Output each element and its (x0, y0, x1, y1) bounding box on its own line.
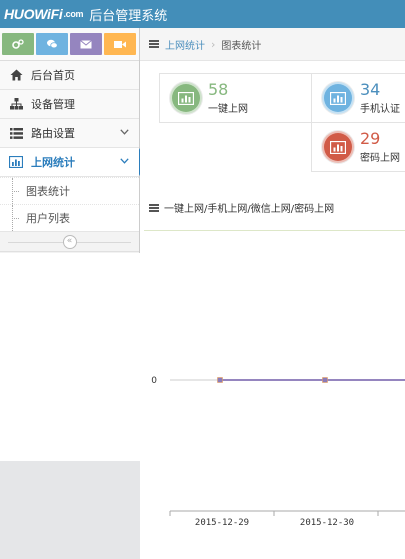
sidebar: 后台首页 设备管理 路由设置 上网统计 图表统计 用户列表 « (0, 28, 147, 559)
main-content: 58 一键上网 34 手机认证 29 密码上网 一键上网/手机上网/微信上网/密… (140, 61, 405, 559)
breadcrumb-link-internet-stats[interactable]: 上网统计 (165, 37, 205, 52)
shortcut-mail-button[interactable] (70, 33, 102, 55)
sidebar-item-devices[interactable]: 设备管理 (0, 90, 139, 119)
sidebar-subitem-chart-stats[interactable]: 图表统计 (0, 177, 139, 204)
sidebar-subitem-label: 图表统计 (26, 185, 70, 198)
shortcut-video-button[interactable] (104, 33, 136, 55)
video-icon (114, 40, 126, 48)
wechat-icon (47, 39, 58, 49)
list-icon (149, 40, 159, 48)
y-tick-label: 0 (151, 376, 157, 386)
sidebar-item-label: 上网统计 (31, 156, 75, 169)
sidebar-subitem-label: 用户列表 (26, 212, 70, 225)
breadcrumb: 上网统计 › 图表统计 (140, 28, 405, 61)
top-navbar: HUOWiFi.com 后台管理系统 (0, 0, 405, 28)
brand-logo[interactable]: HUOWiFi.com (0, 6, 84, 22)
data-point (322, 377, 328, 383)
shortcut-wechat-button[interactable] (36, 33, 68, 55)
sidebar-collapse-button[interactable]: « (62, 234, 77, 249)
brand-logo-suffix: .com (63, 9, 84, 19)
mail-icon (80, 39, 92, 48)
breadcrumb-separator: › (211, 37, 216, 51)
line-chart: 0 2015-12-29 2015-12-30 (151, 376, 405, 528)
sidebar-item-label: 后台首页 (31, 69, 75, 82)
chevron-down-icon (120, 127, 129, 138)
shortcut-cogs-button[interactable] (2, 33, 34, 55)
sidebar-footer-area (0, 461, 140, 559)
home-icon (9, 68, 23, 82)
sitemap-icon (9, 97, 23, 111)
sidebar-subitem-user-list[interactable]: 用户列表 (0, 204, 139, 231)
sidebar-item-router-settings[interactable]: 路由设置 (0, 119, 139, 148)
sidebar-shortcuts (0, 28, 139, 61)
x-tick-label: 2015-12-30 (300, 518, 354, 528)
sidebar-item-internet-stats[interactable]: 上网统计 (0, 148, 147, 177)
data-point (217, 377, 223, 383)
breadcrumb-current: 图表统计 (221, 40, 262, 52)
list-icon (9, 126, 23, 140)
brand-logo-text: HUOWiFi (4, 6, 63, 22)
sidebar-item-label: 设备管理 (31, 98, 75, 111)
x-tick-label: 2015-12-29 (195, 518, 249, 528)
chevron-down-icon (120, 156, 129, 167)
cogs-icon (12, 39, 24, 49)
sidebar-menu: 后台首页 设备管理 路由设置 上网统计 图表统计 用户列表 « (0, 61, 147, 252)
sidebar-item-label: 路由设置 (31, 127, 75, 140)
sidebar-item-home[interactable]: 后台首页 (0, 61, 139, 90)
sidebar-submenu-internet-stats: 图表统计 用户列表 (0, 177, 139, 232)
bar-chart-icon (9, 155, 23, 169)
app-title: 后台管理系统 (89, 8, 168, 24)
sidebar-collapse-bar: « (0, 232, 139, 252)
